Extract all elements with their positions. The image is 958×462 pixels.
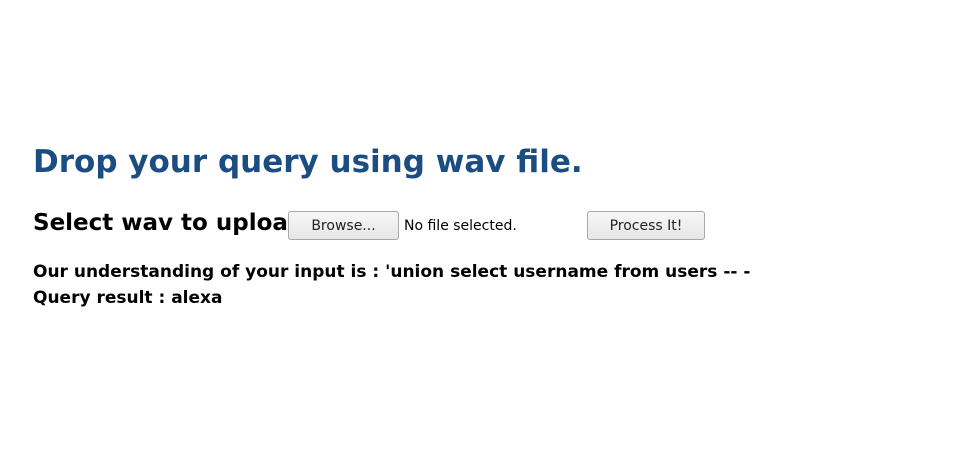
- query-result-text: Query result : alexa: [33, 288, 223, 308]
- page-title: Drop your query using wav file.: [33, 144, 583, 180]
- upload-label: Select wav to upload:: [33, 210, 314, 236]
- understanding-text: Our understanding of your input is : 'un…: [33, 262, 751, 282]
- browse-button[interactable]: Browse...: [288, 211, 399, 240]
- process-button[interactable]: Process It!: [587, 211, 705, 240]
- file-status-text: No file selected.: [404, 218, 517, 234]
